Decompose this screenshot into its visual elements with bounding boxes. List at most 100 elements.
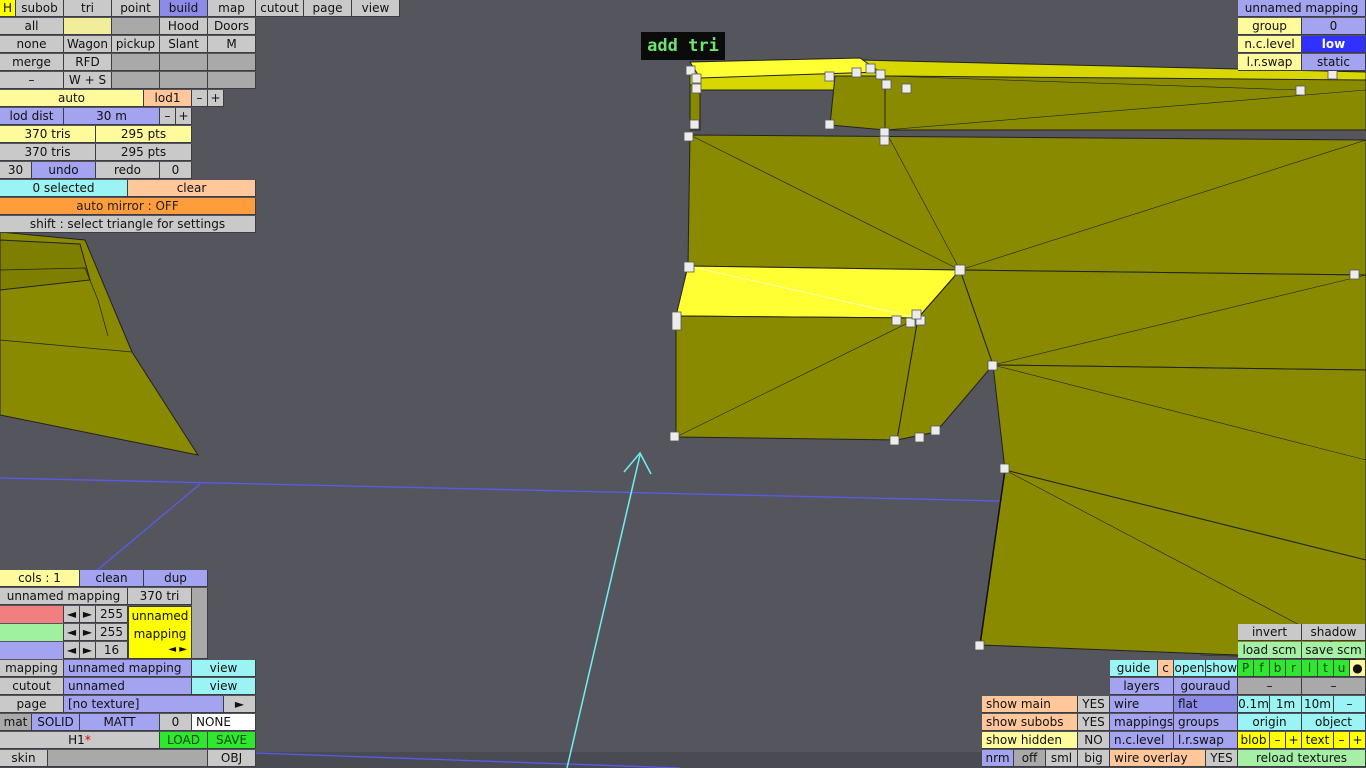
wire-button[interactable]: wire [1110,696,1174,713]
mapping-swatch[interactable]: unnamed mapping ◄ ► [128,606,192,659]
mapping-select[interactable]: unnamed mapping [1238,0,1366,17]
view-f-button[interactable]: f [1254,660,1270,677]
blank-5[interactable] [208,54,256,71]
load-scm-button[interactable]: load scm [1238,642,1302,659]
open-button[interactable]: open [1174,660,1206,677]
red-right-arrow[interactable]: ► [80,606,96,623]
subob-tab[interactable]: subob [16,0,64,17]
groups-button[interactable]: groups [1174,714,1238,731]
view-u-button[interactable]: u [1334,660,1350,677]
swatch-arrows[interactable]: ◄ ► [129,643,191,657]
slant-button[interactable]: Slant [160,36,208,53]
blue-right-arrow[interactable]: ► [80,642,96,659]
shadow-button[interactable]: shadow [1302,624,1366,641]
view-tab[interactable]: view [352,0,400,17]
page-next-button[interactable]: ► [224,696,256,713]
skin-field[interactable] [48,750,208,767]
mat-none-field[interactable]: NONE [192,714,256,731]
doors-button[interactable]: Doors [208,18,256,35]
scale-01m-button[interactable]: 0.1m [1238,696,1270,713]
blank-7[interactable] [160,72,208,89]
lod1-button[interactable]: lod1 [144,90,192,107]
blank-8[interactable] [208,72,256,89]
preset-blank-2[interactable] [112,18,160,35]
mapping-field[interactable]: unnamed mapping [64,660,192,677]
dash-button-1[interactable]: – [1238,678,1302,695]
nrm-button[interactable]: nrm [982,750,1014,767]
red-left-arrow[interactable]: ◄ [64,606,80,623]
wagon-button[interactable]: Wagon [64,36,112,53]
load-button[interactable]: LOAD [160,732,208,749]
undo-button[interactable]: undo [32,162,96,179]
skin-button[interactable]: skin [0,750,48,767]
point-tab[interactable]: point [112,0,160,17]
guide-button[interactable]: guide [1110,660,1158,677]
lod-plus-button[interactable]: + [208,90,224,107]
lrswap-value[interactable]: static [1302,54,1366,71]
green-right-arrow[interactable]: ► [80,624,96,641]
build-tab[interactable]: build [160,0,208,17]
object-button[interactable]: object [1302,714,1366,731]
invert-button[interactable]: invert [1238,624,1302,641]
all-button[interactable]: all [0,18,64,35]
show-subobs-toggle[interactable]: YES [1078,714,1110,731]
blank-3[interactable] [112,54,160,71]
auto-mirror-toggle[interactable]: auto mirror : OFF [0,198,256,215]
flat-button[interactable]: flat [1174,696,1238,713]
nclevel-view-button[interactable]: n.c.level [1110,732,1174,749]
blank-4[interactable] [160,54,208,71]
preset-blank[interactable] [64,18,112,35]
lod-minus-button[interactable]: – [192,90,208,107]
gouraud-button[interactable]: gouraud [1174,678,1238,695]
blue-left-arrow[interactable]: ◄ [64,642,80,659]
cutout-tab[interactable]: cutout [256,0,304,17]
cols-button[interactable]: cols : 1 [0,570,80,587]
wire-overlay-toggle[interactable]: YES [1206,750,1238,767]
cutout-view-button[interactable]: view [192,678,256,695]
page-field[interactable]: [no texture] [64,696,224,713]
green-left-arrow[interactable]: ◄ [64,624,80,641]
scale-1m-button[interactable]: 1m [1270,696,1302,713]
lrswap-view-button[interactable]: l.r.swap [1174,732,1238,749]
redo-button[interactable]: redo [96,162,160,179]
blue-slider[interactable] [0,642,64,659]
h-button[interactable]: H [0,0,16,17]
reload-textures-button[interactable]: reload textures [1238,750,1366,767]
view-r-button[interactable]: r [1286,660,1302,677]
show-main-toggle[interactable]: YES [1078,696,1110,713]
scale-10m-button[interactable]: 10m [1302,696,1334,713]
green-slider[interactable] [0,624,64,641]
blob-plus-button[interactable]: + [1286,732,1302,749]
sml-button[interactable]: sml [1046,750,1078,767]
mat-number[interactable]: 0 [160,714,192,731]
tri-tab[interactable]: tri [64,0,112,17]
scrollbar[interactable] [192,588,208,659]
clear-button[interactable]: clear [128,180,256,197]
view-p-button[interactable]: P [1238,660,1254,677]
none-button[interactable]: none [0,36,64,53]
off-button[interactable]: off [1014,750,1046,767]
hood-button[interactable]: Hood [160,18,208,35]
c-button[interactable]: c [1158,660,1174,677]
dup-button[interactable]: dup [144,570,208,587]
group-value[interactable]: 0 [1302,18,1366,35]
lod-dist-minus[interactable]: – [160,108,176,125]
clean-button[interactable]: clean [80,570,144,587]
page-tab[interactable]: page [304,0,352,17]
blob-minus-button[interactable]: – [1270,732,1286,749]
obj-button[interactable]: OBJ [208,750,256,767]
lod-dist-value[interactable]: 30 m [64,108,160,125]
m-button[interactable]: M [208,36,256,53]
mapping-view-button[interactable]: view [192,660,256,677]
auto-button[interactable]: auto [0,90,144,107]
text-plus-button[interactable]: + [1350,732,1366,749]
origin-button[interactable]: origin [1238,714,1302,731]
scale-minus-button[interactable]: – [1334,696,1366,713]
dash-button-2[interactable]: – [1302,678,1366,695]
view-b-button[interactable]: b [1270,660,1286,677]
show-hidden-toggle[interactable]: NO [1078,732,1110,749]
show-button[interactable]: show [1206,660,1238,677]
rfd-button[interactable]: RFD [64,54,112,71]
map-tab[interactable]: map [208,0,256,17]
dot-icon[interactable]: ● [1350,660,1366,677]
